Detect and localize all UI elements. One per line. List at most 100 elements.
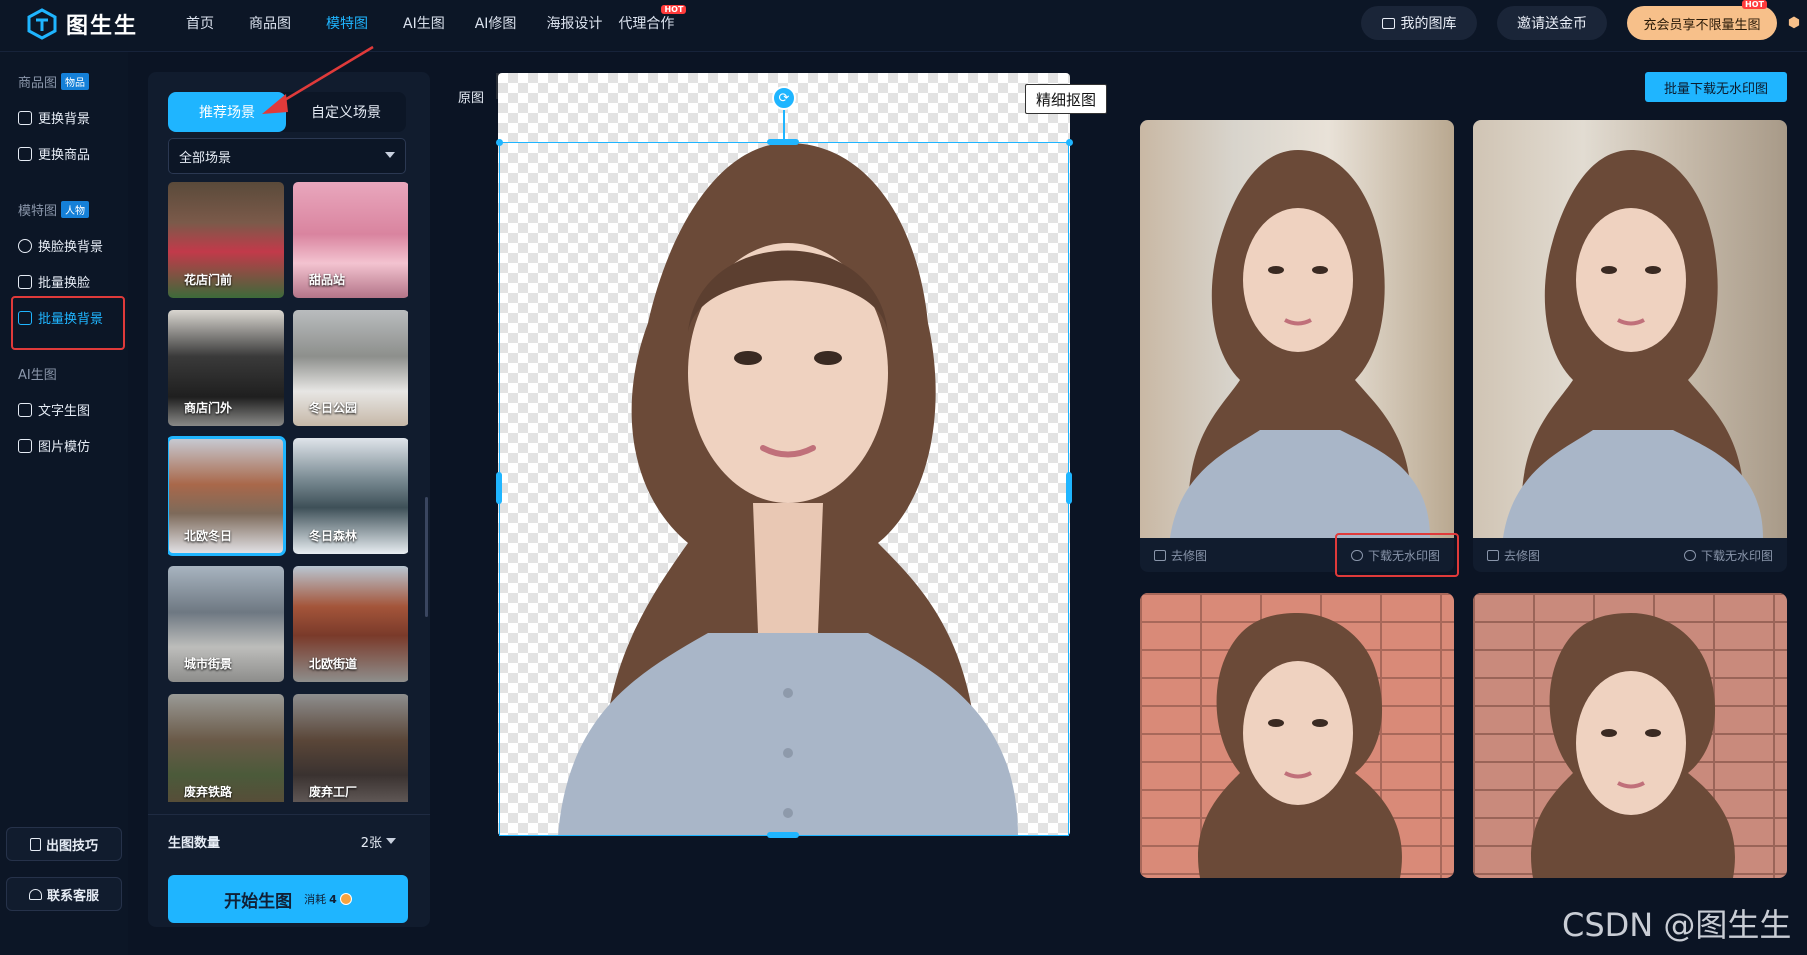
download-button[interactable]: 下载无水印图	[1683, 547, 1773, 564]
result-model	[1170, 150, 1430, 538]
nav-agent-label: 代理合作	[618, 16, 675, 32]
cost-indicator: 消耗 4	[304, 891, 352, 907]
refine-cutout-button[interactable]: 精细抠图	[1025, 84, 1107, 114]
quantity-label: 生图数量	[168, 836, 221, 851]
imitate-icon	[18, 438, 32, 453]
coin-box-icon[interactable]: ⬢	[1781, 8, 1807, 38]
sidebar-item-text-to-image[interactable]: 文字生图	[18, 400, 90, 419]
result-image[interactable]	[1473, 593, 1787, 878]
selection-frame[interactable]	[499, 142, 1069, 836]
nav-ai-generate[interactable]: AI生图	[403, 13, 445, 33]
member-label: 充会员享不限量生图	[1643, 17, 1761, 33]
start-generate-label: 开始生图	[224, 891, 293, 912]
scene-thumb-winter-park[interactable]: 冬日公园	[293, 310, 408, 426]
main-nav: 首页 商品图 模特图 AI生图 AI修图 海报设计 代理合作 HOT	[186, 0, 687, 46]
sidebar-group-ai: AI生图	[18, 364, 57, 383]
scene-thumb-dessert[interactable]: 甜品站	[293, 182, 408, 298]
scene-thumb-shop-exterior[interactable]: 商店门外	[168, 310, 284, 426]
result-image[interactable]	[1140, 120, 1454, 538]
scene-thumb-nordic-winter[interactable]: 北欧冬日	[168, 436, 286, 556]
scene-thumb-flower-shop[interactable]: 花店门前	[168, 182, 284, 298]
result-card-2: 去修图 下载无水印图	[1473, 120, 1787, 572]
resize-handle-right[interactable]	[1066, 472, 1072, 504]
scene-label: 废弃工厂	[309, 785, 358, 799]
batch-download-button[interactable]: 批量下载无水印图	[1645, 72, 1787, 102]
sidebar-group-label: 商品图	[18, 76, 58, 91]
support-button[interactable]: 联系客服	[6, 877, 122, 911]
member-button[interactable]: 充会员享不限量生图 HOT	[1627, 0, 1777, 40]
scene-panel: 推荐场景 自定义场景 全部场景 花店门前 甜品站 商店门外 冬日公园 北欧冬日 …	[148, 45, 430, 927]
start-generate-button[interactable]: 开始生图 消耗 4	[168, 875, 408, 923]
corner-handle-top-right[interactable]	[1066, 139, 1073, 146]
scene-label: 冬日森林	[309, 529, 358, 543]
scene-label: 商店门外	[184, 401, 233, 415]
scene-label: 北欧冬日	[184, 529, 233, 543]
logo-icon	[27, 8, 57, 40]
sidebar-item-batch-face-swap[interactable]: 批量换脸	[18, 272, 90, 291]
edit-button[interactable]: 去修图	[1154, 547, 1207, 564]
sidebar-item-label: 换脸换背景	[38, 240, 104, 255]
download-label: 下载无水印图	[1700, 548, 1773, 563]
rotate-line	[783, 110, 785, 142]
my-gallery-button[interactable]: 我的图库	[1361, 6, 1477, 40]
app-name: 图生生	[66, 14, 139, 39]
sidebar-item-change-product[interactable]: 更换商品	[18, 144, 90, 163]
scene-thumb-city-street[interactable]: 城市街景	[168, 566, 284, 682]
edit-label: 去修图	[1171, 548, 1208, 563]
result-image[interactable]	[1140, 593, 1454, 878]
invite-button[interactable]: 邀请送金币	[1497, 6, 1607, 40]
scene-thumb-abandoned-railway[interactable]: 废弃铁路	[168, 694, 284, 802]
sidebar-item-label: 文字生图	[38, 404, 91, 419]
sidebar-group-tag: 人物	[61, 201, 90, 218]
edit-button[interactable]: 去修图	[1487, 547, 1540, 564]
result-model	[1531, 613, 1735, 878]
divider	[148, 814, 430, 815]
edit-icon	[1487, 549, 1499, 561]
scene-filter-select[interactable]: 全部场景	[168, 138, 406, 174]
nav-home[interactable]: 首页	[186, 13, 214, 33]
face-icon	[18, 238, 32, 253]
resize-handle-bottom[interactable]	[767, 832, 799, 838]
result-actions: 去修图 下载无水印图	[1473, 538, 1787, 572]
scene-label: 花店门前	[184, 273, 233, 287]
cost-label: 消耗	[304, 893, 327, 906]
resize-handle-left[interactable]	[496, 472, 502, 504]
original-label: 原图	[458, 91, 485, 106]
result-model	[1503, 150, 1763, 538]
quantity-select[interactable]: 2张	[361, 832, 397, 851]
sidebar-item-image-imitate[interactable]: 图片模仿	[18, 436, 90, 455]
nav-product[interactable]: 商品图	[249, 13, 291, 33]
nav-ai-retouch[interactable]: AI修图	[475, 13, 517, 33]
sidebar-group-label: 模特图	[18, 204, 58, 219]
scene-thumb-abandoned-factory[interactable]: 废弃工厂	[293, 694, 408, 802]
nav-model[interactable]: 模特图	[326, 13, 368, 33]
nav-agent[interactable]: 代理合作 HOT	[618, 5, 687, 33]
scene-scrollbar[interactable]	[425, 497, 428, 617]
nav-poster[interactable]: 海报设计	[546, 13, 602, 33]
sidebar-group-model: 模特图 人物	[18, 200, 90, 219]
swap-icon	[18, 146, 32, 161]
cloud-download-icon	[1683, 549, 1696, 561]
app-logo[interactable]: 图生生	[26, 8, 138, 40]
document-icon	[29, 837, 41, 851]
highlight-box-download	[1335, 533, 1459, 577]
result-card-1: 去修图 下载无水印图	[1140, 120, 1454, 572]
rotate-icon[interactable]: ⟳	[772, 86, 796, 110]
sidebar-item-change-background[interactable]: 更换背景	[18, 108, 90, 127]
scene-thumb-nordic-street[interactable]: 北欧街道	[293, 566, 408, 682]
text-icon	[18, 402, 32, 417]
top-right-actions: 我的图库 邀请送金币 充会员享不限量生图 HOT ⬢	[1361, 0, 1807, 40]
scene-thumb-winter-forest[interactable]: 冬日森林	[293, 438, 408, 554]
scene-filter-value: 全部场景	[179, 150, 232, 166]
corner-handle-top-left[interactable]	[496, 139, 503, 146]
sidebar-group-tag: 物品	[61, 73, 90, 90]
result-model	[1198, 613, 1402, 878]
scene-label: 北欧街道	[309, 657, 358, 671]
tips-button[interactable]: 出图技巧	[6, 827, 122, 861]
sidebar-item-face-bg-swap[interactable]: 换脸换背景	[18, 236, 103, 255]
result-image[interactable]	[1473, 120, 1787, 538]
highlight-box	[11, 296, 125, 350]
edit-label: 去修图	[1504, 548, 1541, 563]
scene-grid: 花店门前 甜品站 商店门外 冬日公园 北欧冬日 冬日森林 城市街景 北欧街道 废…	[168, 182, 408, 802]
scene-label: 冬日公园	[309, 401, 358, 415]
